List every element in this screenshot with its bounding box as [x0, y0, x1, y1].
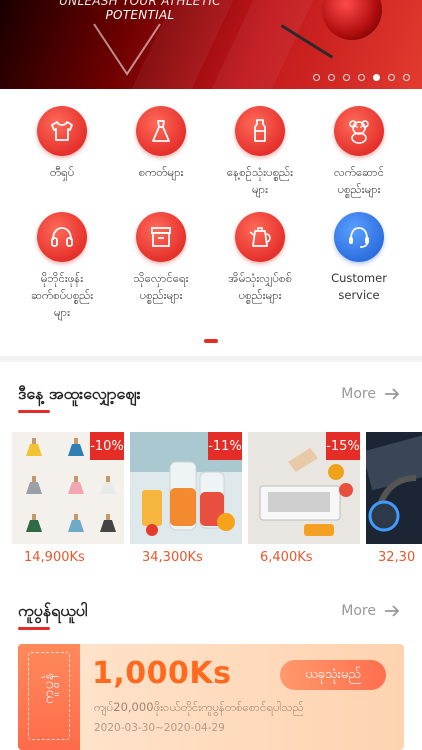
product-price: 14,900Ks	[24, 550, 85, 565]
category-grid: တီရှပ် စကတ်များ နေ့စဥ်သုံးပစ္စည်း များ လ…	[0, 89, 422, 356]
banner-dot[interactable]	[403, 74, 410, 81]
headphones-icon	[37, 212, 87, 262]
coupon-stub: ကူပွန်	[18, 644, 80, 750]
kettle-icon	[235, 212, 285, 262]
flash-sale-header: ဒီနေ့ အထူးလျှော့ဈေး More	[0, 362, 422, 430]
flash-sale-title: ဒီနေ့ အထူးလျှော့ဈေး	[18, 383, 141, 413]
category-mobile-accessories[interactable]: မိုဘိုင်းဖုန်း ဆက်စပ်ပစ္စည်း များ	[12, 212, 112, 321]
banner-pagination	[313, 74, 410, 81]
coupon-amount: 1,000Ks	[92, 656, 232, 691]
dress-icon	[136, 106, 186, 156]
promo-banner[interactable]: UNLEASH YOUR ATHLETIC POTENTIAL	[0, 0, 422, 89]
product-price: 6,400Ks	[260, 550, 313, 565]
coupon-title-text: ကူပွန်ရယူပါ	[18, 601, 88, 620]
product-price: 34,300Ks	[142, 550, 203, 565]
category-home-appliances[interactable]: အိမ်သုံးလျှပ်စစ် ပစ္စည်းများ	[210, 212, 310, 304]
banner-line-2: POTENTIAL	[105, 8, 175, 22]
discount-badge: -15%	[326, 432, 360, 460]
headset-icon	[334, 212, 384, 262]
banner-chevron-graphic	[93, 23, 161, 76]
banner-dot[interactable]	[313, 74, 320, 81]
category-tshirt[interactable]: တီရှပ်	[12, 106, 112, 181]
more-label: More	[341, 386, 376, 402]
coupon-condition: ကျပ်20,000ဖိုးဝယ်တိုင်းကူပွန်တစ်စောင်ရပါ…	[94, 700, 304, 714]
category-pager-indicator	[204, 339, 218, 343]
teddy-bear-icon	[334, 106, 384, 156]
banner-earphone-graphic	[322, 0, 382, 40]
product-card[interactable]: -11% 34,300Ks	[130, 432, 242, 575]
flash-sale-title-text: ဒီနေ့ အထူးလျှော့ဈေး	[18, 384, 141, 403]
coupon-title: ကူပွန်ရယူပါ	[18, 600, 88, 630]
banner-dot[interactable]	[358, 74, 365, 81]
category-label: လက်ဆောင် ပစ္စည်းများ	[333, 165, 385, 196]
coupon-stub-label: ကူပွန်	[41, 672, 57, 704]
discount-badge: -11%	[208, 432, 242, 460]
category-storage[interactable]: သိုလှောင်ရေး ပစ္စည်းများ	[111, 212, 211, 304]
product-card[interactable]: 32,30	[366, 432, 422, 575]
title-underline	[18, 627, 50, 630]
arrow-right-icon	[385, 388, 400, 400]
category-label: မိုဘိုင်းဖုန်း ဆက်စပ်ပစ္စည်း များ	[30, 271, 94, 319]
category-customer-service[interactable]: Customer service	[309, 212, 409, 304]
banner-dot[interactable]	[388, 74, 395, 81]
banner-dot[interactable]	[373, 74, 380, 81]
banner-dot[interactable]	[328, 74, 335, 81]
coupon-validity-dates: 2020-03-30~2020-04-29	[94, 722, 225, 734]
discount-badge: -10%	[90, 432, 124, 460]
category-gifts[interactable]: လက်ဆောင် ပစ္စည်းများ	[309, 106, 409, 198]
app-root: { "banner": { "line1": "UNLEASH YOUR ATH…	[0, 0, 422, 750]
category-label: Customer service	[331, 271, 387, 302]
product-image-gaming-headset	[366, 432, 422, 544]
bottle-icon	[235, 106, 285, 156]
category-label: တီရှပ်	[49, 165, 75, 179]
coupon-more-link[interactable]: More	[341, 603, 400, 619]
storage-box-icon	[136, 212, 186, 262]
banner-line-1: UNLEASH YOUR ATHLETIC	[59, 0, 221, 8]
category-daily-goods[interactable]: နေ့စဥ်သုံးပစ္စည်း များ	[210, 106, 310, 198]
use-coupon-button[interactable]: ယခုသုံးမည်	[280, 660, 386, 690]
product-card[interactable]: -10% 14,900Ks	[12, 432, 124, 575]
category-label: သိုလှောင်ရေး ပစ္စည်းများ	[133, 271, 189, 302]
banner-headline: UNLEASH YOUR ATHLETIC POTENTIAL	[40, 0, 240, 22]
title-underline	[18, 410, 50, 413]
product-price: 32,30	[378, 550, 416, 565]
category-label: စကတ်များ	[138, 165, 184, 179]
coupon-card[interactable]: ကူပွန် 1,000Ks ယခုသုံးမည် ကျပ်20,000ဖိုး…	[18, 644, 404, 750]
category-label: အိမ်သုံးလျှပ်စစ် ပစ္စည်းများ	[228, 271, 292, 302]
tshirt-icon	[37, 106, 87, 156]
category-skirts[interactable]: စကတ်များ	[111, 106, 211, 181]
more-label: More	[341, 603, 376, 619]
product-card[interactable]: -15% 6,400Ks	[248, 432, 360, 575]
flash-sale-more-link[interactable]: More	[341, 386, 400, 402]
flash-sale-products: -10% 14,900Ks -11% 34,300Ks -15% 6,400Ks…	[0, 430, 422, 580]
banner-dot[interactable]	[343, 74, 350, 81]
category-label: နေ့စဥ်သုံးပစ္စည်း များ	[226, 165, 294, 196]
arrow-right-icon	[385, 605, 400, 617]
